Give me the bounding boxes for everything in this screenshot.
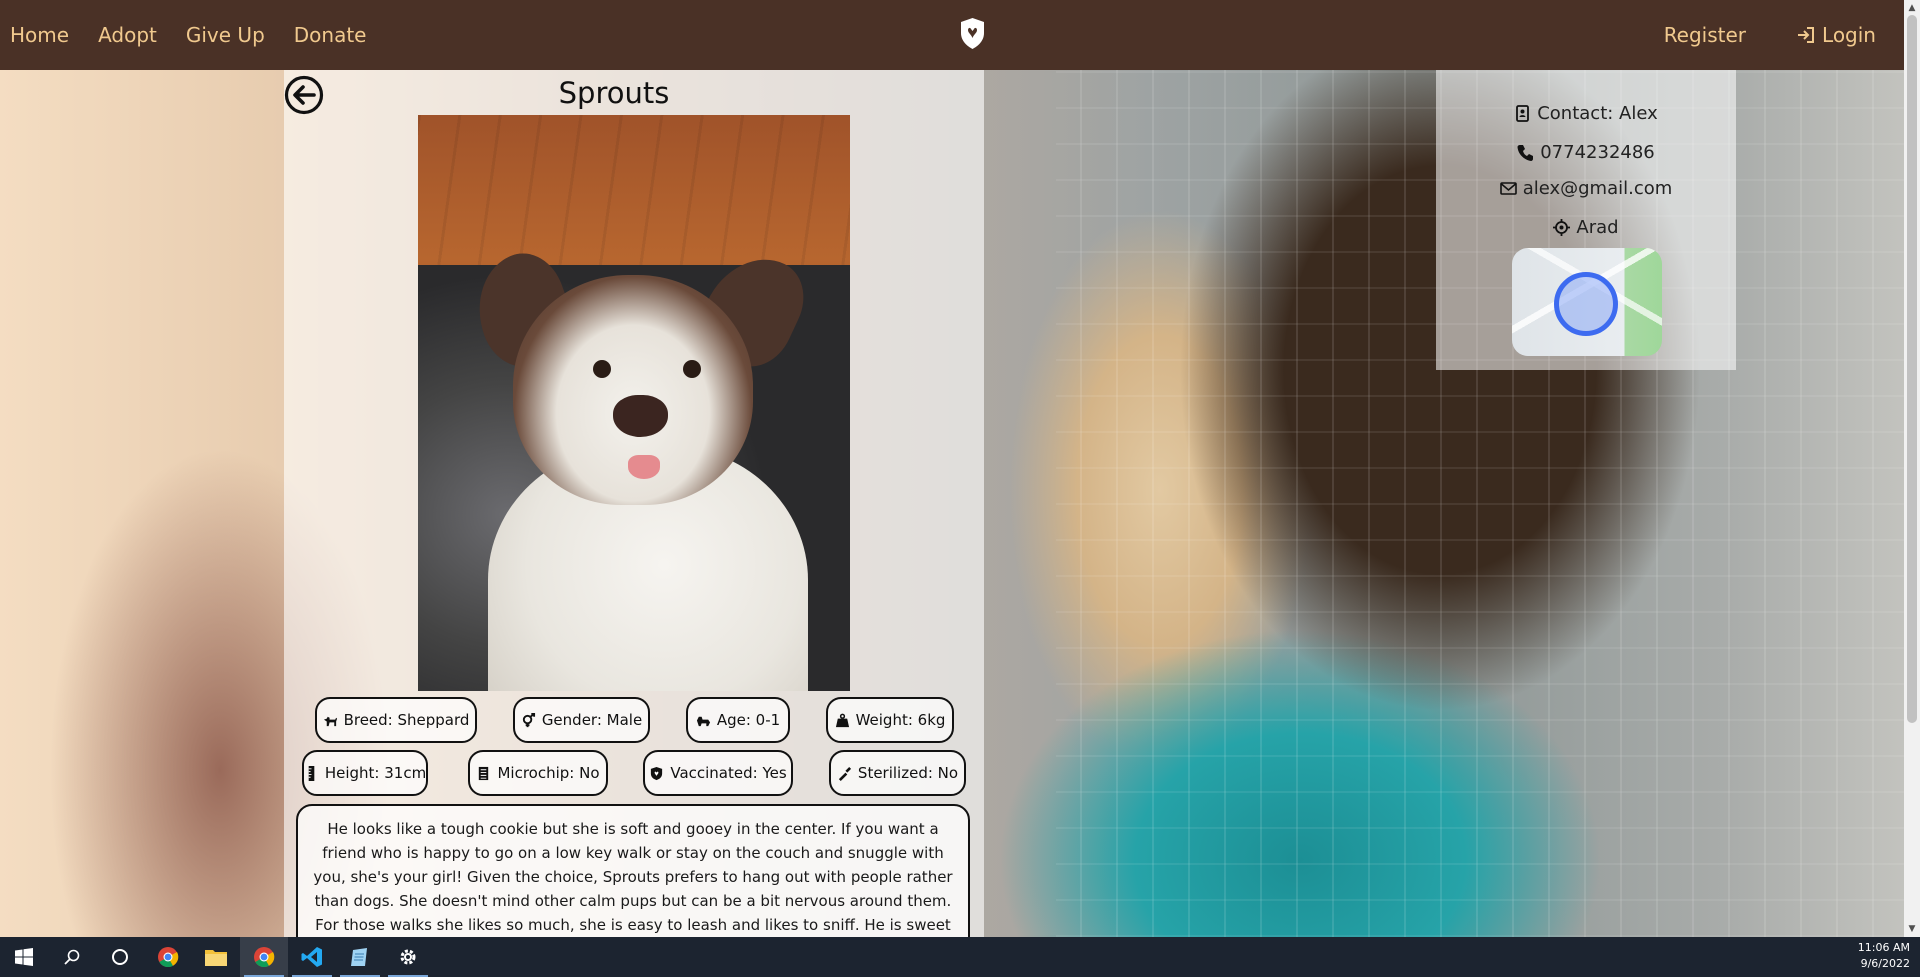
pet-name-heading: Sprouts: [558, 76, 670, 110]
settings-icon[interactable]: [384, 937, 432, 977]
login-link-wrap[interactable]: Login: [1796, 23, 1876, 47]
contact-email-row[interactable]: alex@gmail.com: [1436, 178, 1736, 199]
vaccinated-chip: Vaccinated: Yes: [643, 750, 793, 796]
page-scrollbar[interactable]: ▲ ▼: [1904, 0, 1920, 937]
sterilized-text: Sterilized: No: [857, 764, 959, 782]
ruler-icon: [308, 765, 315, 781]
pet-photo: [418, 115, 850, 691]
microchip-icon: [479, 766, 489, 780]
contact-card-icon: [1516, 105, 1530, 122]
gender-text: Gender: Male: [541, 711, 643, 729]
pet-description: He looks like a tough cookie but she is …: [296, 804, 970, 937]
height-chip: Height: 31cm: [302, 750, 428, 796]
vscode-icon[interactable]: [288, 937, 336, 977]
scroll-up-arrow-icon[interactable]: ▲: [1907, 3, 1917, 13]
scroll-thumb[interactable]: [1907, 15, 1917, 723]
microchip-text: Microchip: No: [497, 764, 600, 782]
weight-chip: Weight: 6kg: [826, 697, 954, 743]
shield-heart-icon: [651, 766, 663, 780]
contact-location: Arad: [1576, 217, 1619, 238]
envelope-icon: [1499, 182, 1517, 195]
chrome-icon[interactable]: [144, 937, 192, 977]
age-text: Age: 0-1: [716, 711, 781, 729]
gender-chip: Gender: Male: [513, 697, 650, 743]
nav-adopt-link[interactable]: Adopt: [98, 23, 157, 47]
contact-location-row: Arad: [1436, 217, 1736, 238]
syringe-icon: [838, 766, 851, 781]
windows-taskbar: 11:06 AM 9/6/2022: [0, 937, 1920, 977]
contact-phone[interactable]: 0774232486: [1540, 142, 1655, 163]
contact-name-row: Contact: Alex: [1436, 103, 1736, 124]
sterilized-chip: Sterilized: No: [829, 750, 966, 796]
nav-links: Home Adopt Give Up Donate: [0, 23, 366, 47]
location-map-thumbnail[interactable]: [1512, 248, 1662, 356]
breed-chip: Breed: Sheppard: [315, 697, 477, 743]
register-link[interactable]: Register: [1664, 23, 1746, 47]
map-marker-icon: [1554, 272, 1618, 336]
top-navbar: Home Adopt Give Up Donate Register Login: [0, 0, 1904, 70]
nav-donate-link[interactable]: Donate: [294, 23, 367, 47]
shield-logo-icon[interactable]: [959, 17, 986, 50]
cortana-icon[interactable]: [96, 937, 144, 977]
clock-date: 9/6/2022: [1860, 957, 1910, 970]
file-explorer-icon[interactable]: [192, 937, 240, 977]
microchip-chip: Microchip: No: [468, 750, 608, 796]
login-link[interactable]: Login: [1822, 23, 1876, 47]
contact-email[interactable]: alex@gmail.com: [1523, 178, 1673, 199]
contact-phone-row[interactable]: 0774232486: [1436, 142, 1736, 163]
contact-name: Contact: Alex: [1537, 103, 1658, 124]
nav-give-up-link[interactable]: Give Up: [186, 23, 265, 47]
vaccinated-text: Vaccinated: Yes: [670, 764, 787, 782]
pet-details-panel: Sprouts Breed: Sheppard Gender: Male Age…: [284, 70, 984, 937]
nav-home-link[interactable]: Home: [10, 23, 69, 47]
weight-icon: [835, 713, 849, 727]
gender-icon: [522, 712, 535, 727]
start-icon[interactable]: [0, 937, 48, 977]
login-icon: [1798, 27, 1815, 43]
search-icon[interactable]: [48, 937, 96, 977]
scroll-down-arrow-icon[interactable]: ▼: [1907, 924, 1917, 934]
breed-text: Breed: Sheppard: [343, 711, 470, 729]
dog-icon: [323, 716, 337, 726]
weight-text: Weight: 6kg: [855, 711, 946, 729]
contact-card: Contact: Alex 0774232486 alex@gmail.com …: [1436, 70, 1736, 370]
notepad-icon[interactable]: [336, 937, 384, 977]
age-chip: Age: 0-1: [686, 697, 790, 743]
age-dog-icon: [696, 716, 710, 726]
system-clock[interactable]: 11:06 AM 9/6/2022: [1858, 940, 1910, 972]
phone-icon: [1517, 145, 1534, 161]
location-crosshair-icon: [1553, 219, 1571, 236]
nav-auth: Register Login: [1664, 23, 1876, 47]
height-text: Height: 31cm: [324, 764, 427, 782]
clock-time: 11:06 AM: [1857, 941, 1910, 954]
chrome-active-icon[interactable]: [240, 937, 288, 977]
